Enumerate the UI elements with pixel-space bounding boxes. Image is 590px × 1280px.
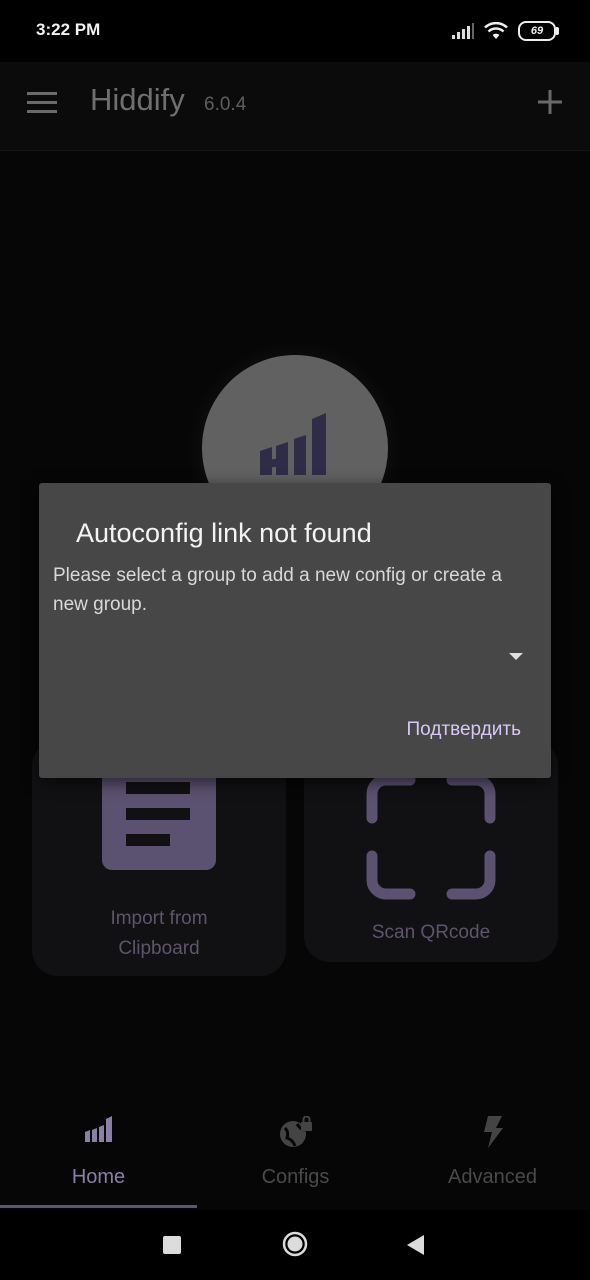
nav-advanced-label: Advanced <box>448 1166 537 1188</box>
nav-advanced[interactable]: Advanced <box>394 1100 590 1210</box>
recents-square-icon[interactable] <box>163 1236 181 1254</box>
dialog-title: Autoconfig link not found <box>76 518 372 548</box>
bottom-navigation: Home Configs Advanced <box>0 1100 590 1210</box>
back-triangle-icon[interactable] <box>406 1234 426 1256</box>
autoconfig-dialog: Autoconfig link not found Please select … <box>39 483 551 778</box>
nav-home[interactable]: Home <box>0 1100 197 1210</box>
group-dropdown[interactable] <box>53 635 537 679</box>
nav-configs-label: Configs <box>261 1166 330 1188</box>
dropdown-arrow-icon <box>509 653 523 660</box>
system-navigation-bar <box>0 1210 590 1280</box>
nav-active-indicator <box>0 1205 197 1208</box>
signal-bars-icon <box>84 1116 112 1142</box>
nav-configs[interactable]: Configs <box>197 1100 394 1210</box>
dialog-message: Please select a group to add a new confi… <box>53 565 502 615</box>
nav-home-label: Home <box>71 1166 126 1188</box>
confirm-button[interactable]: Подтвердить <box>407 719 521 741</box>
lightning-icon <box>483 1116 503 1148</box>
app-root: 3:22 PM 69 Hiddify 6.0.4 Import from Cli… <box>0 0 590 1280</box>
globe-lock-icon <box>279 1116 312 1147</box>
home-circle-icon[interactable] <box>281 1230 309 1258</box>
